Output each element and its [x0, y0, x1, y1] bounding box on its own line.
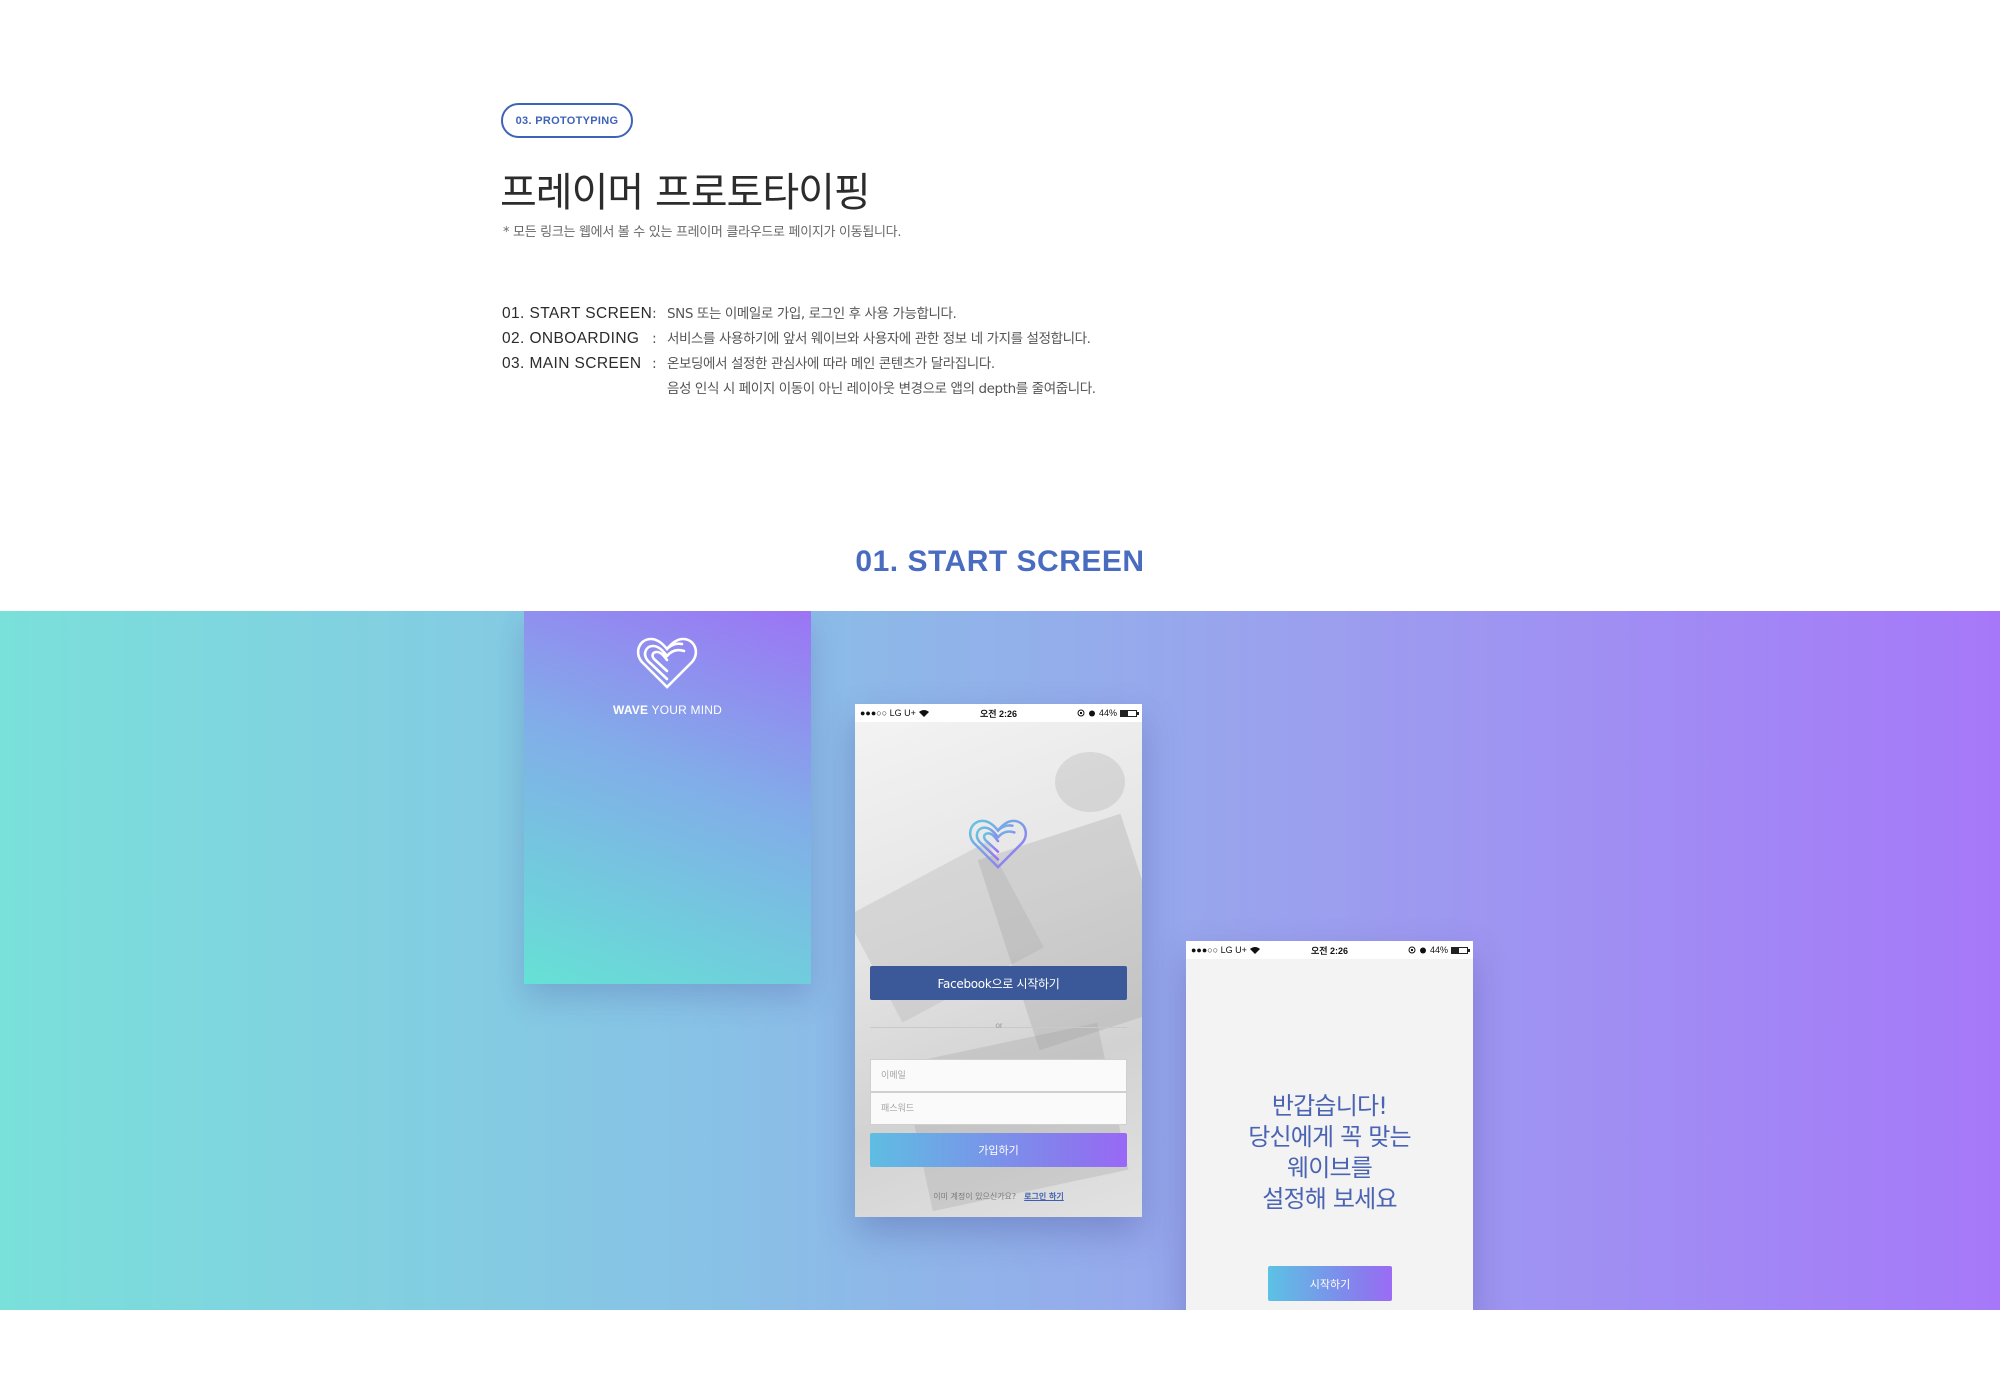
login-prompt: 이미 계정이 있으신가요?	[933, 1192, 1017, 1201]
lock-rotation-icon	[1077, 709, 1085, 717]
splash-brand-text: WAVE YOUR MIND	[524, 703, 811, 717]
description-list: 01. START SCREEN : SNS 또는 이메일로 가입, 로그인 후…	[502, 302, 1202, 402]
page-note: * 모든 링크는 웹에서 볼 수 있는 프레이머 클라우드로 페이지가 이동됩니…	[503, 225, 902, 240]
description-row-continued: 음성 인식 시 페이지 이동이 아닌 레이아웃 변경으로 앱의 depth를 줄…	[502, 377, 1202, 402]
wifi-icon	[918, 710, 929, 717]
status-left: ●●●○○ LG U+	[860, 708, 929, 718]
wave-heart-icon	[636, 637, 698, 689]
section-title: 01. START SCREEN	[855, 545, 1145, 578]
welcome-line: 웨이브를	[1286, 1154, 1373, 1182]
description-row-main-screen: 03. MAIN SCREEN : 온보딩에서 설정한 관심사에 따라 메인 콘…	[502, 352, 1202, 377]
description-text: SNS 또는 이메일로 가입, 로그인 후 사용 가능합니다.	[667, 306, 957, 322]
alarm-icon	[1088, 710, 1095, 717]
email-field[interactable]	[870, 1059, 1127, 1092]
welcome-screen: ●●●○○ LG U+ 오전 2:26 44% 반갑습니다! 당신에게 꼭 맞는…	[1186, 941, 1473, 1310]
password-field[interactable]	[870, 1092, 1127, 1125]
description-text: 온보딩에서 설정한 관심사에 따라 메인 콘텐츠가 달라집니다.	[667, 356, 995, 372]
description-text: 서비스를 사용하기에 앞서 웨이브와 사용자에 관한 정보 네 가지를 설정합니…	[667, 331, 1091, 347]
status-left: ●●●○○ LG U+	[1191, 945, 1260, 955]
description-label: 01. START SCREEN	[502, 305, 653, 322]
start-button[interactable]: 시작하기	[1268, 1266, 1392, 1301]
carrier-text: ●●●○○ LG U+	[1191, 945, 1247, 955]
alarm-icon	[1419, 947, 1426, 954]
welcome-line: 반갑습니다!	[1271, 1092, 1388, 1120]
battery-percent: 44%	[1098, 708, 1117, 718]
page-title: 프레이머 프로토타이핑	[500, 170, 871, 216]
description-row-start-screen: 01. START SCREEN : SNS 또는 이메일로 가입, 로그인 후…	[502, 302, 1202, 327]
description-colon: :	[652, 306, 657, 322]
welcome-line: 당신에게 꼭 맞는	[1248, 1123, 1411, 1151]
description-label: 02. ONBOARDING	[502, 330, 640, 347]
carrier-text: ●●●○○ LG U+	[860, 708, 916, 718]
login-screen: ●●●○○ LG U+ 오전 2:26 44% Facebook으로 시작하기 …	[855, 704, 1142, 1217]
splash-screen: WAVE YOUR MIND	[524, 611, 811, 984]
welcome-line: 설정해 보세요	[1262, 1185, 1397, 1213]
background-shape	[1055, 752, 1125, 812]
battery-icon	[1120, 709, 1139, 717]
login-footer: 이미 계정이 있으신가요? 로그인 하기	[855, 1191, 1142, 1202]
welcome-message: 반갑습니다! 당신에게 꼭 맞는 웨이브를 설정해 보세요	[1186, 1091, 1473, 1215]
description-text: 음성 인식 시 페이지 이동이 아닌 레이아웃 변경으로 앱의 depth를 줄…	[667, 381, 1096, 397]
battery-icon	[1451, 946, 1470, 954]
brand-rest: YOUR MIND	[648, 703, 723, 717]
brand-bold: WAVE	[612, 703, 649, 717]
lock-rotation-icon	[1408, 946, 1416, 954]
wifi-icon	[1249, 947, 1260, 954]
facebook-login-button[interactable]: Facebook으로 시작하기	[870, 966, 1127, 1000]
section-badge: 03. PROTOTYPING	[501, 103, 633, 138]
battery-percent: 44%	[1429, 945, 1448, 955]
description-row-onboarding: 02. ONBOARDING : 서비스를 사용하기에 앞서 웨이브와 사용자에…	[502, 327, 1202, 352]
or-text: or	[995, 1021, 1003, 1030]
status-right: 44%	[1077, 708, 1139, 718]
status-bar: ●●●○○ LG U+ 오전 2:26 44%	[1186, 941, 1473, 959]
status-right: 44%	[1408, 945, 1470, 955]
description-colon: :	[652, 356, 657, 372]
wave-heart-icon	[968, 819, 1028, 869]
showcase-band: WAVE YOUR MIND ●●●○○ LG U+ 오전 2:26 44% F…	[0, 611, 2000, 1310]
description-label: 03. MAIN SCREEN	[502, 355, 642, 372]
join-button[interactable]: 가입하기	[870, 1133, 1127, 1167]
status-bar: ●●●○○ LG U+ 오전 2:26 44%	[855, 704, 1142, 722]
description-colon: :	[652, 331, 657, 347]
login-link[interactable]: 로그인 하기	[1024, 1192, 1064, 1201]
